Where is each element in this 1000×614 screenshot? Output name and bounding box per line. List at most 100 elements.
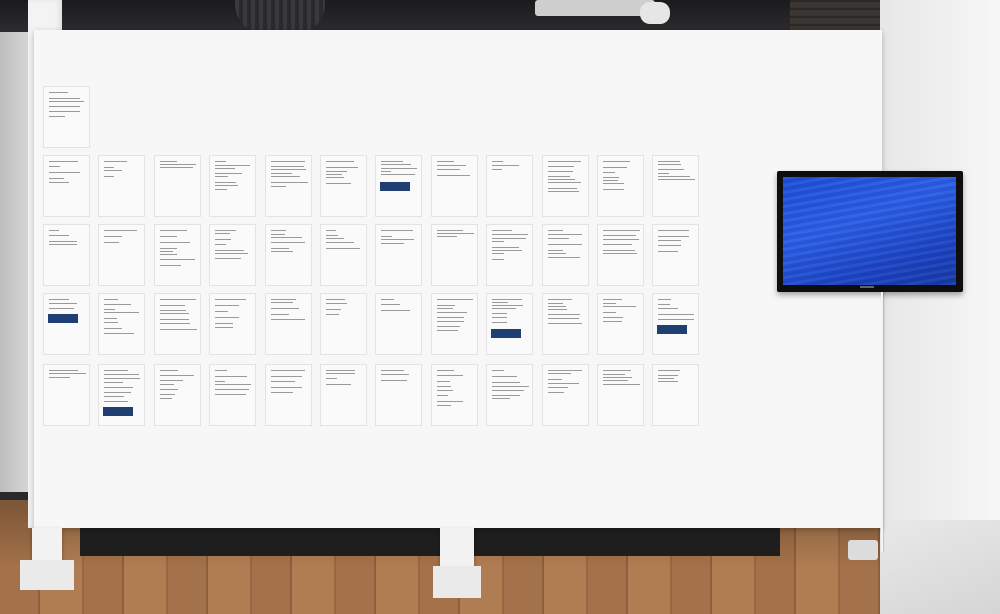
text-line	[215, 182, 237, 183]
document-sheet	[43, 224, 90, 286]
text-line	[603, 167, 627, 168]
monitor-screen-water	[783, 177, 956, 285]
text-line	[215, 239, 232, 240]
text-line	[104, 176, 115, 177]
text-line	[326, 161, 354, 162]
text-line	[215, 376, 248, 377]
text-line	[658, 179, 696, 180]
text-line	[603, 172, 615, 173]
text-line	[104, 396, 125, 397]
text-line	[436, 370, 454, 371]
text-line	[603, 317, 623, 318]
document-sheet	[652, 364, 700, 426]
text-line	[603, 312, 616, 313]
text-line	[49, 377, 70, 378]
text-line	[547, 253, 566, 254]
text-line	[159, 248, 177, 249]
text-line	[603, 239, 639, 240]
document-sheet	[264, 364, 312, 426]
text-line	[381, 243, 405, 244]
text-line	[326, 230, 336, 231]
text-line	[603, 380, 628, 381]
text-line	[49, 241, 77, 242]
text-line	[215, 384, 252, 385]
text-line	[658, 245, 682, 246]
document-sheet	[320, 364, 367, 426]
text-line	[104, 401, 129, 402]
text-line	[436, 165, 466, 166]
text-line	[270, 173, 292, 174]
document-sheet	[43, 364, 90, 426]
text-line	[436, 299, 473, 300]
document-sheet	[43, 86, 90, 148]
text-line	[603, 374, 625, 375]
text-line	[492, 250, 523, 251]
text-line	[547, 387, 568, 388]
document-sheet	[597, 224, 644, 286]
document-sheet	[541, 224, 589, 286]
text-line	[658, 251, 679, 252]
text-line	[49, 370, 78, 371]
text-line	[159, 375, 194, 376]
document-sheet	[264, 224, 312, 286]
text-line	[215, 394, 247, 395]
text-line	[104, 322, 119, 323]
text-line	[658, 299, 672, 300]
text-line	[159, 389, 178, 390]
text-line	[492, 230, 513, 231]
text-line	[658, 164, 682, 165]
text-line	[49, 172, 80, 173]
text-line	[436, 395, 448, 396]
text-line	[326, 171, 347, 172]
text-line	[270, 234, 285, 235]
text-line	[603, 161, 630, 162]
text-line	[215, 389, 250, 390]
text-line	[215, 370, 228, 371]
text-line	[547, 373, 571, 374]
text-line	[49, 178, 64, 179]
text-line	[326, 384, 351, 385]
text-line	[381, 370, 405, 371]
text-line	[658, 176, 691, 177]
text-line	[326, 177, 344, 178]
text-line	[159, 323, 190, 324]
document-sheet	[541, 293, 589, 355]
text-line	[492, 241, 505, 242]
text-line	[49, 111, 80, 112]
text-line	[270, 251, 293, 252]
wall-foot-middle	[433, 566, 481, 598]
text-line	[547, 176, 570, 177]
text-line	[215, 317, 240, 318]
text-line	[159, 310, 186, 311]
text-line	[215, 311, 229, 312]
text-line	[658, 230, 690, 231]
text-line	[49, 303, 77, 304]
text-line	[270, 376, 302, 377]
text-line	[492, 161, 504, 162]
text-line	[104, 318, 118, 319]
text-line	[492, 165, 520, 166]
text-line	[215, 168, 236, 169]
text-line	[547, 244, 582, 245]
text-line	[603, 299, 622, 300]
text-line	[603, 250, 635, 251]
text-line	[159, 259, 195, 260]
text-line	[547, 299, 572, 300]
text-line	[104, 333, 135, 334]
text-line	[159, 329, 197, 330]
text-line	[658, 370, 681, 371]
document-sheet	[153, 364, 201, 426]
text-line	[104, 236, 123, 237]
text-line	[104, 382, 124, 383]
document-sheet	[375, 364, 423, 426]
text-line	[215, 165, 251, 166]
text-line	[492, 398, 511, 399]
text-line	[603, 370, 631, 371]
text-line	[492, 370, 505, 371]
text-line	[547, 383, 579, 384]
text-line	[436, 175, 470, 176]
text-line	[159, 265, 181, 266]
text-line	[326, 299, 345, 300]
text-line	[658, 240, 682, 241]
text-line	[436, 308, 453, 309]
